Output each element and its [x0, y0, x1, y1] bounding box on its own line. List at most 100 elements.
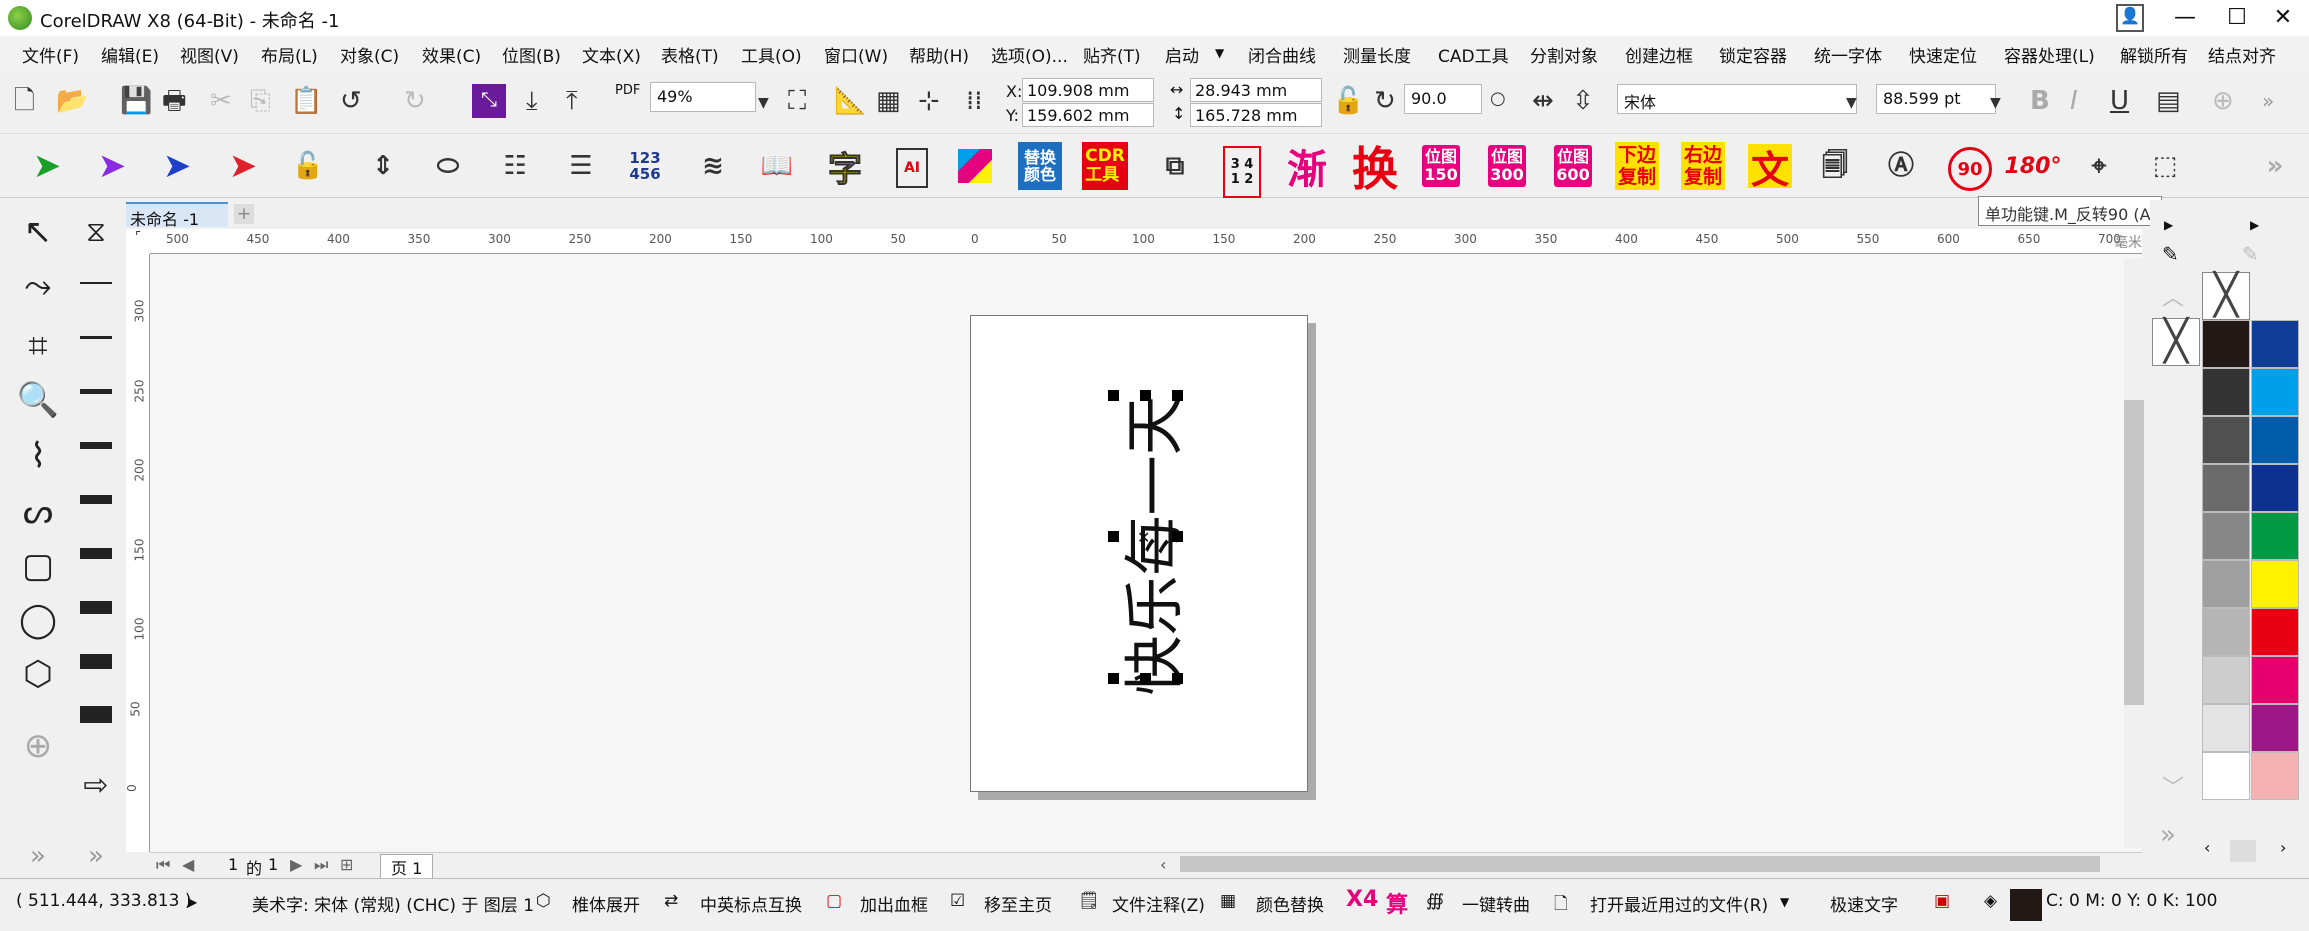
horizontal-ruler[interactable]: 500 450 400 350 300 250 200 150 100 50 0 50 100 150 20…	[148, 229, 2142, 254]
curve-lines-icon[interactable]: ≋	[688, 142, 738, 190]
bold-button[interactable]: B	[2030, 86, 2050, 116]
outline-width-6[interactable]	[80, 548, 112, 559]
font-dropdown-icon[interactable]: ▼	[1846, 88, 1857, 118]
macro-toolbar-overflow-icon[interactable]: »	[2250, 142, 2300, 190]
replace-color-icon[interactable]: 替换 颜色	[1018, 142, 1062, 190]
send-blue-icon[interactable]: ➤	[152, 142, 202, 190]
selection-handle-tr[interactable]	[1172, 390, 1183, 401]
menu-container-process[interactable]: 容器处理(L)	[2004, 42, 2095, 67]
zi-character-icon[interactable]: 字	[820, 142, 870, 190]
copy-icon[interactable]: ⎘	[250, 86, 271, 116]
align-center-icon[interactable]: ⇕	[358, 142, 408, 190]
fill-color-swatch[interactable]	[2010, 889, 2042, 921]
color-swatch[interactable]	[2251, 752, 2299, 800]
export-icon[interactable]: ⤒	[566, 86, 578, 116]
move-to-master-icon[interactable]: ☑	[950, 891, 965, 911]
ai-file-icon[interactable]: AI	[896, 148, 928, 188]
horizontal-scroll-thumb[interactable]	[1180, 856, 2100, 872]
lock-ratio-icon[interactable]: 🔓	[1332, 86, 1364, 116]
new-tab-icon[interactable]: +	[234, 204, 254, 224]
text-properties-icon[interactable]: ▤	[2156, 86, 2181, 116]
font-name-field[interactable]: 宋体	[1617, 84, 1857, 114]
rectangle-tool-icon[interactable]: ▢	[16, 546, 60, 586]
italic-button[interactable]: I	[2070, 86, 2078, 116]
menu-view[interactable]: 视图(V)	[180, 42, 239, 67]
no-fill-swatch[interactable]: ╳	[2152, 318, 2200, 366]
vertical-ruler[interactable]: 300 250 200 150 100 50 0	[125, 254, 150, 852]
outline-width-2[interactable]	[80, 336, 112, 339]
width-field[interactable]: 28.943 mm	[1190, 78, 1322, 102]
menu-window[interactable]: 窗口(W)	[824, 42, 888, 67]
palette-flyout-icon[interactable]: ▶	[2250, 218, 2259, 232]
ruler-origin-icon[interactable]: ⌜	[126, 229, 150, 254]
fill-bucket-icon[interactable]: ◈	[1984, 891, 1997, 911]
numbered-boxes-icon[interactable]: ⧉	[1150, 142, 1200, 190]
outline-hairline-icon[interactable]: ⧖	[74, 212, 118, 252]
publish-pdf-button[interactable]: PDF	[615, 84, 640, 97]
color-swatch[interactable]	[2202, 704, 2250, 752]
first-page-icon[interactable]: ⏮	[156, 855, 170, 875]
add-toolbar-icon[interactable]: ⊕	[2212, 86, 2234, 116]
recent-files-dropdown-icon[interactable]: ▼	[1780, 895, 1789, 909]
toolbox-expand-icon[interactable]: »	[16, 836, 60, 876]
selection-handle-tl[interactable]	[1108, 390, 1119, 401]
crosshair-icon[interactable]: ⌖	[2074, 142, 2124, 190]
menu-table[interactable]: 表格(T)	[661, 42, 719, 67]
color-swatch[interactable]	[2251, 704, 2299, 752]
color-swatch[interactable]	[2202, 320, 2250, 368]
color-swatch[interactable]	[2202, 416, 2250, 464]
file-notes-button[interactable]: 文件注释(Z)	[1112, 891, 1205, 916]
mirror-vertical-icon[interactable]: ⇳	[1572, 86, 1594, 116]
add-bleed-frame-button[interactable]: 加出血框	[860, 891, 928, 916]
rotation-field[interactable]: 90.0	[1404, 84, 1482, 114]
scroll-left-icon[interactable]: ‹	[1160, 855, 1166, 874]
menu-unify-font[interactable]: 统一字体	[1814, 42, 1882, 67]
color-replace-button[interactable]: 颜色替换	[1256, 891, 1324, 916]
palette-scroll-thumb[interactable]	[2230, 840, 2256, 862]
show-grid-icon[interactable]: ▦	[876, 86, 901, 116]
palette-eyedropper-icon[interactable]: ✎	[2242, 242, 2259, 266]
curve-convert-icon[interactable]: ∰	[1426, 891, 1444, 911]
color-replace-icon[interactable]: ▦	[1220, 891, 1236, 911]
ellipse-tool-icon[interactable]: ◯	[16, 600, 60, 640]
bleed-frame-icon[interactable]: ▢	[826, 891, 842, 911]
outline-width-8[interactable]	[80, 654, 112, 669]
send-red-icon[interactable]: ➤	[218, 142, 268, 190]
page-1-tab[interactable]: 页 1	[380, 854, 434, 880]
color-swatch[interactable]	[2251, 608, 2299, 656]
font-size-field[interactable]: 88.599 pt	[1876, 84, 1996, 114]
fast-text-button[interactable]: 极速文字	[1830, 891, 1898, 916]
copy-right-icon[interactable]: 右边 复制	[1678, 142, 1728, 190]
mirror-horizontal-icon[interactable]: ⇹	[1532, 86, 1554, 116]
bitmap-600-icon[interactable]: 位图 600	[1548, 142, 1598, 190]
menu-bitmap[interactable]: 位图(B)	[502, 42, 561, 67]
crop-tool-icon[interactable]: ⌗	[16, 326, 60, 366]
outline-width-7[interactable]	[80, 601, 112, 614]
one-key-curve-button[interactable]: 一键转曲	[1462, 891, 1530, 916]
menu-unlock-all[interactable]: 解锁所有	[2120, 42, 2188, 67]
selection-handle-tc[interactable]	[1140, 390, 1151, 401]
page-numbers-icon[interactable]: 3 4 1 2	[1223, 146, 1261, 198]
font-size-dropdown-icon[interactable]: ▼	[1990, 88, 2001, 118]
eyedropper-icon[interactable]: ✎	[2162, 242, 2179, 266]
search-content-icon[interactable]: ⤡	[472, 84, 506, 118]
color-swatch[interactable]	[2202, 560, 2250, 608]
bitmap-300-icon[interactable]: 位图 300	[1482, 142, 1532, 190]
x-position-field[interactable]: 109.908 mm	[1022, 78, 1154, 102]
menu-quick-locate[interactable]: 快速定位	[1909, 42, 1977, 67]
cut-icon[interactable]: ✂	[210, 86, 232, 116]
menu-help[interactable]: 帮助(H)	[909, 42, 969, 67]
status-expand-icon[interactable]: ▶	[188, 895, 197, 909]
launch-dropdown-icon[interactable]: ▼	[1215, 46, 1224, 60]
outline-expand-icon[interactable]: »	[74, 836, 118, 876]
palette-scroll-left-icon[interactable]: ‹	[2204, 838, 2210, 857]
menu-file[interactable]: 文件(F)	[22, 42, 79, 67]
menu-split-object[interactable]: 分割对象	[1530, 42, 1598, 67]
layout-list-icon[interactable]: ☷	[490, 142, 540, 190]
underline-button[interactable]: U	[2110, 86, 2129, 116]
palette-scroll-right-icon[interactable]: ›	[2280, 838, 2286, 857]
next-page-icon[interactable]: ▶	[290, 855, 302, 874]
last-page-icon[interactable]: ⏭	[314, 855, 328, 875]
outline-width-1[interactable]	[80, 282, 112, 284]
menu-text[interactable]: 文本(X)	[582, 42, 641, 67]
